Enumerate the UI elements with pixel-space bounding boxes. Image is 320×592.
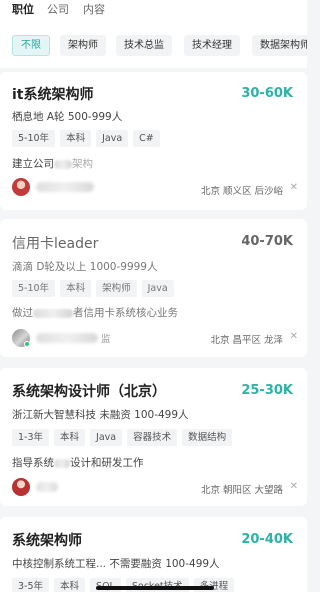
tab-companies[interactable]: 公司	[47, 1, 69, 17]
company-info: 浙江新大智慧科技 未融资 100-499人	[12, 409, 189, 421]
recruiter[interactable]	[12, 178, 94, 196]
job-description: 做过 者信用卡系统核心业务	[12, 305, 178, 320]
job-tag: 本科	[54, 578, 86, 592]
job-title: 信用卡leader	[12, 236, 99, 252]
job-tags: 1-3年 本科 Java 容器技术 数据结构	[12, 429, 237, 446]
recruiter[interactable]: 监	[12, 329, 111, 347]
job-description-text: 指导系统	[12, 457, 54, 469]
job-card[interactable]: it系统架构师 30-60K 栖息地 A轮 500-999人 5-10年 本科 …	[0, 72, 307, 210]
job-title: 系统架构设计师（北京）	[12, 384, 166, 400]
job-title: 系统架构师	[12, 533, 82, 549]
job-tag: 架构师	[96, 280, 137, 297]
redacted-text	[54, 458, 70, 468]
job-tag: Java	[96, 130, 129, 147]
tab-positions[interactable]: 职位	[12, 1, 34, 17]
tab-content[interactable]: 内容	[83, 1, 105, 17]
job-tag: 数据结构	[182, 429, 233, 446]
job-salary: 25-30K	[241, 383, 293, 398]
job-tags: 5-10年 本科 架构师 Java	[12, 280, 179, 297]
job-tag: 本科	[60, 280, 92, 297]
avatar	[12, 478, 30, 496]
job-description-tail: 设计和研发工作	[70, 457, 144, 469]
job-tag: Java	[141, 280, 174, 297]
job-tag: 1-3年	[12, 429, 50, 446]
filter-bar: 不限 架构师 技术总监 技术经理 数据架构师	[0, 22, 307, 68]
online-status-dot	[24, 341, 30, 347]
job-salary: 30-60K	[241, 86, 293, 101]
filter-chip-architect[interactable]: 架构师	[60, 35, 106, 56]
recruiter[interactable]	[12, 478, 58, 496]
recruiter-title-suffix: 监	[101, 334, 111, 345]
job-location: 北京 朝阳区 大望路	[200, 485, 283, 496]
filter-chip-tech-director[interactable]: 技术总监	[116, 35, 172, 56]
recruiter-name-redacted	[36, 482, 58, 492]
job-tags: 5-10年 本科 Java C#	[12, 130, 165, 147]
job-tag: 5-10年	[12, 130, 56, 147]
job-tag: 容器技术	[127, 429, 178, 446]
filter-chip-all[interactable]: 不限	[12, 35, 50, 56]
job-description: 指导系统 设计和研发工作	[12, 455, 144, 470]
job-card[interactable]: 系统架构师 20-40K 中核控制系统工程... 不需要融资 100-499人 …	[0, 517, 307, 592]
filter-chip-data-architect[interactable]: 数据架构师	[252, 35, 307, 56]
close-icon[interactable]: ✕	[290, 481, 298, 492]
home-indicator	[96, 586, 214, 590]
job-description-text: 建立公司	[12, 158, 54, 170]
company-info: 中核控制系统工程... 不需要融资 100-499人	[12, 558, 220, 570]
company-info: 滴滴 D轮及以上 1000-9999人	[12, 261, 158, 273]
avatar	[12, 178, 30, 196]
filter-chip-tech-manager[interactable]: 技术经理	[184, 35, 240, 56]
job-tag: 本科	[54, 429, 86, 446]
job-location: 北京 顺义区 后沙峪	[200, 186, 283, 197]
job-description-tail: 者信用卡系统核心业务	[73, 307, 178, 319]
job-location: 北京 昌平区 龙泽	[210, 335, 283, 346]
job-card[interactable]: 系统架构设计师（北京） 25-30K 浙江新大智慧科技 未融资 100-499人…	[0, 368, 307, 506]
recruiter-name-redacted	[36, 182, 94, 192]
close-icon[interactable]: ✕	[290, 331, 298, 342]
job-tag: C#	[133, 130, 160, 147]
job-tag: 3-5年	[12, 578, 50, 592]
redacted-text	[33, 308, 73, 318]
job-card[interactable]: 信用卡leader 40-70K 滴滴 D轮及以上 1000-9999人 5-1…	[0, 219, 307, 357]
job-salary: 40-70K	[241, 234, 293, 249]
job-tag: 本科	[60, 130, 92, 147]
job-tag: 5-10年	[12, 280, 56, 297]
job-description: 建立公司 架构	[12, 156, 93, 171]
top-tab-bar: 职位 公司 内容	[0, 0, 307, 22]
job-tag: Java	[90, 429, 123, 446]
job-description-text: 做过	[12, 307, 33, 319]
redacted-text	[54, 159, 72, 169]
company-info: 栖息地 A轮 500-999人	[12, 111, 123, 123]
recruiter-name-redacted	[36, 333, 98, 343]
job-title: it系统架构师	[12, 87, 94, 103]
job-description-tail: 架构	[72, 158, 93, 170]
job-salary: 20-40K	[241, 532, 293, 547]
close-icon[interactable]: ✕	[290, 182, 298, 193]
